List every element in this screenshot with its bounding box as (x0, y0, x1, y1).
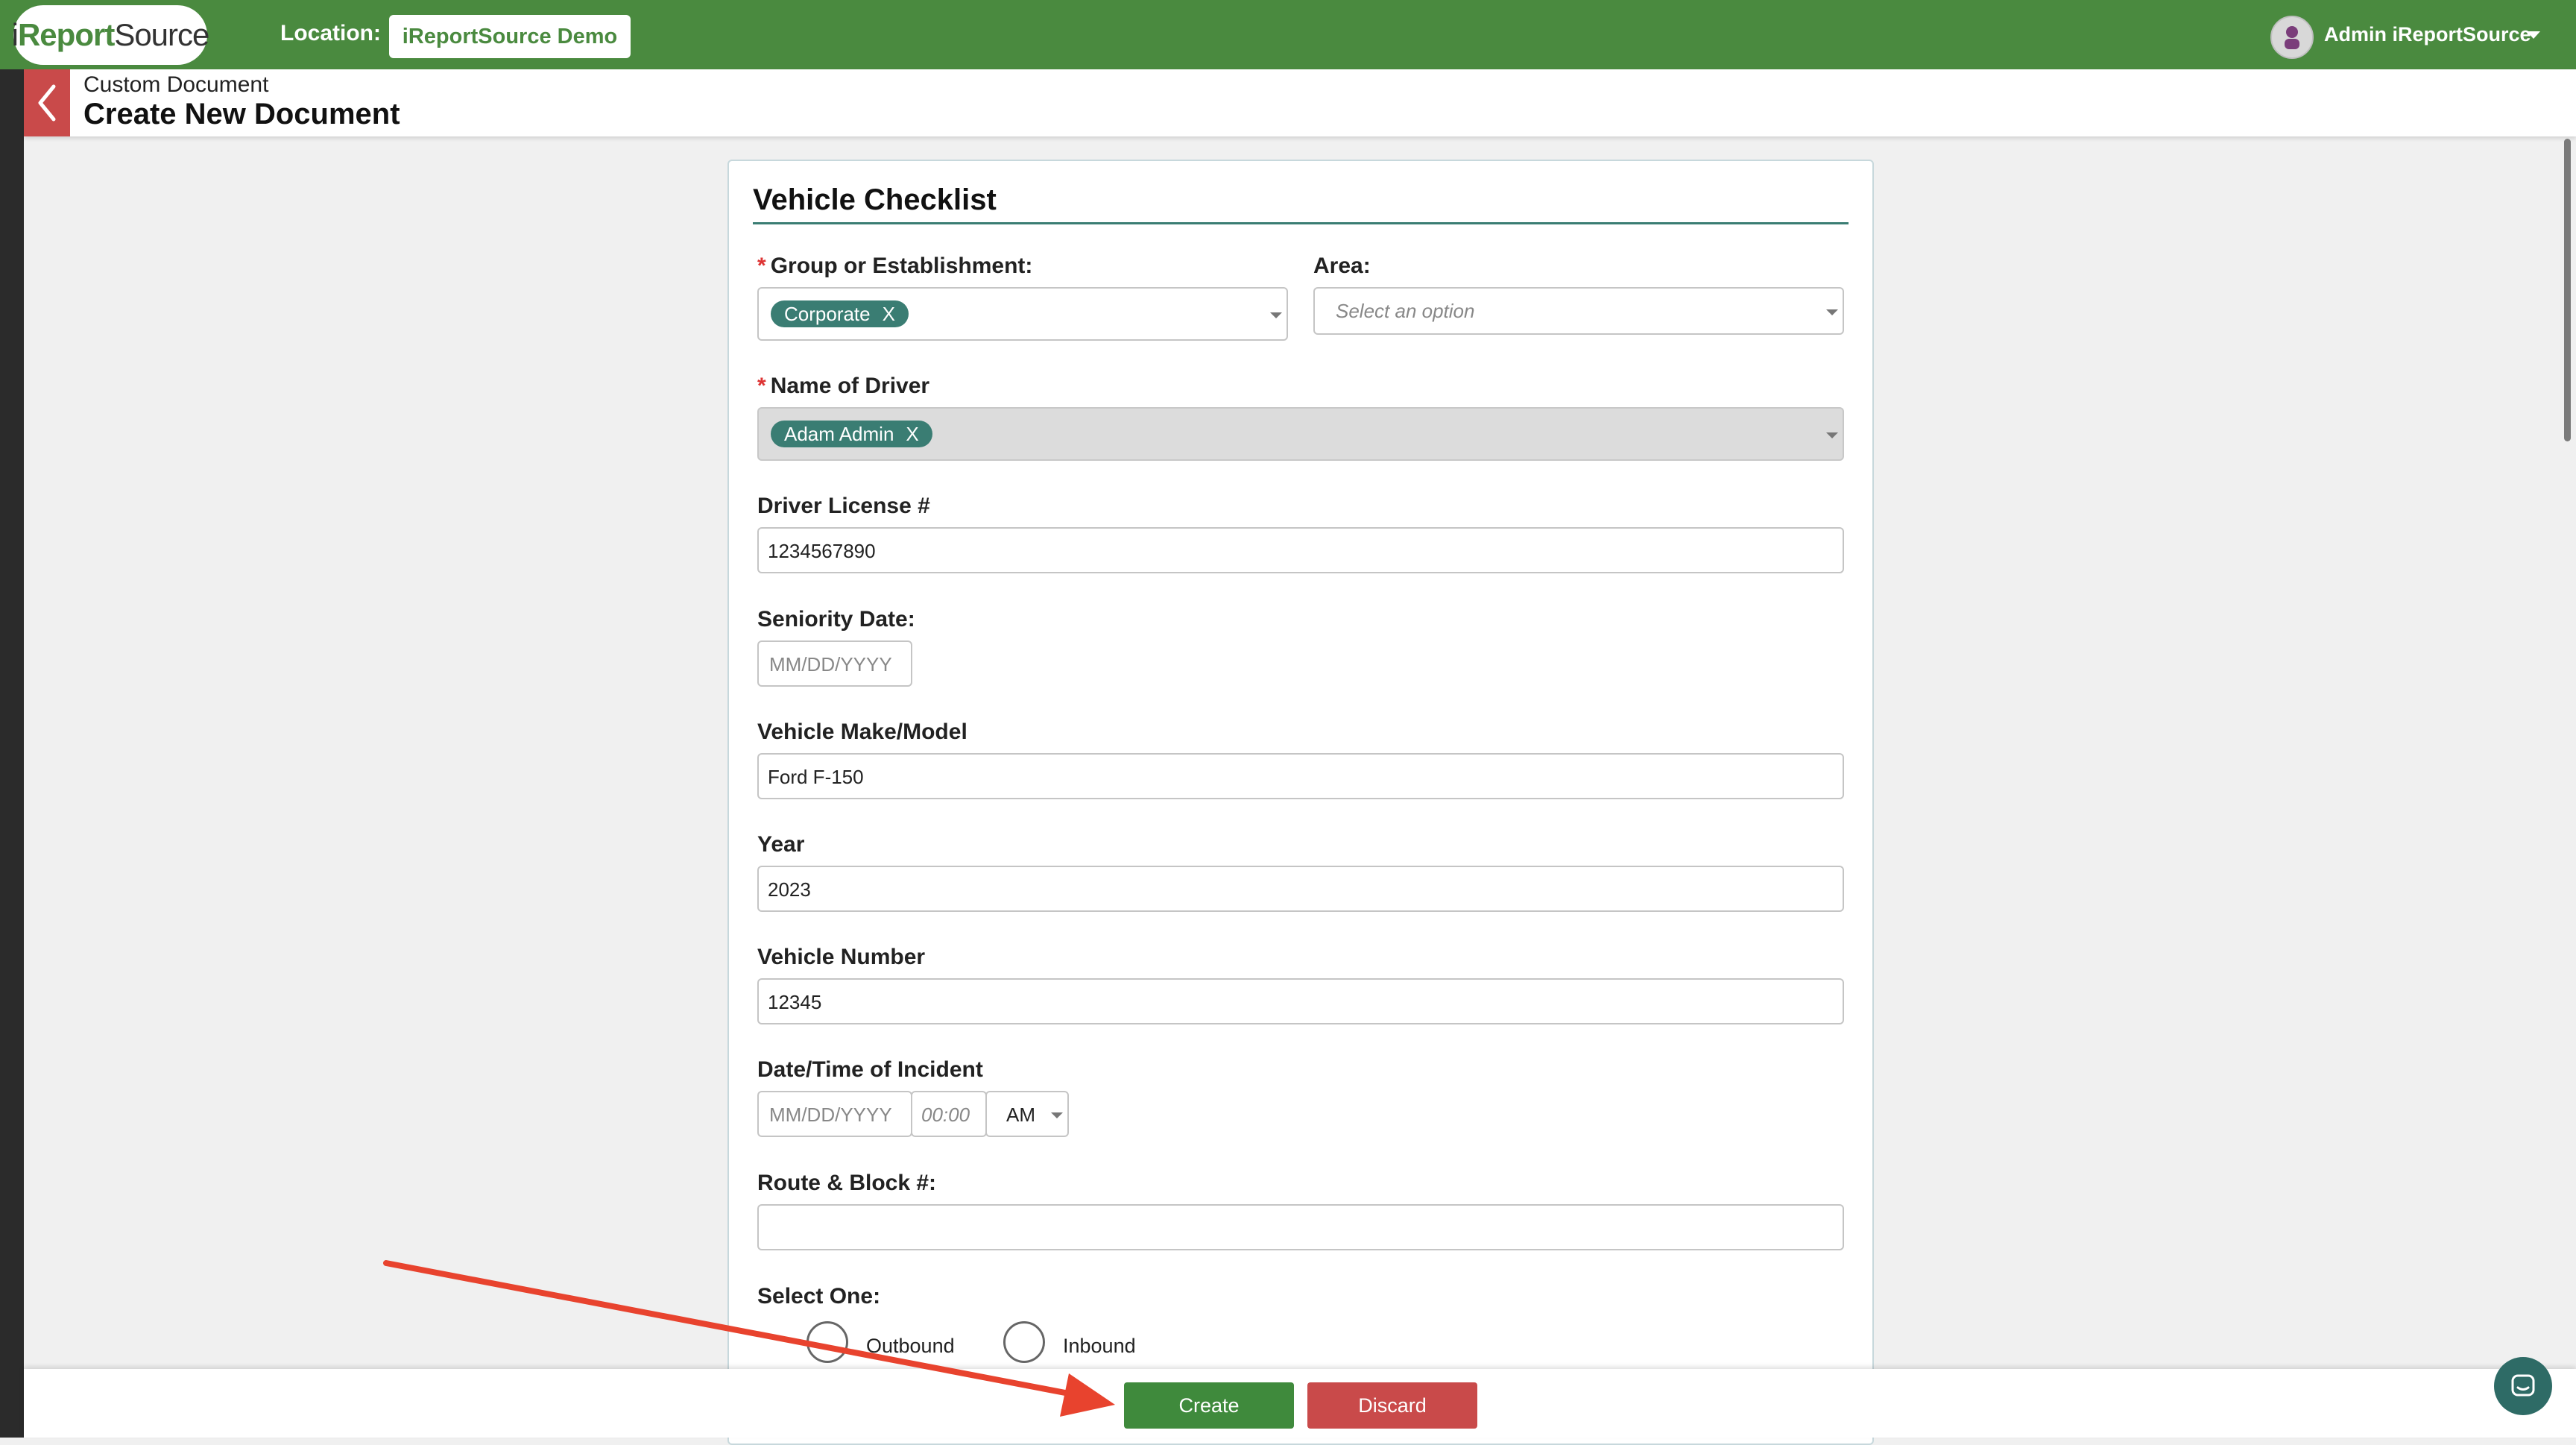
group-chip: Corporate X (771, 300, 909, 327)
route-label: Route & Block #: (757, 1171, 937, 1195)
page-header: Custom Document Create New Document (24, 69, 2576, 136)
driver-chip-label: Adam Admin (784, 422, 894, 445)
page-title: Create New Document (83, 98, 400, 130)
vehicle-number-input[interactable]: 12345 (757, 978, 1844, 1024)
form-card: Vehicle Checklist * Group or Establishmen… (727, 160, 1874, 1445)
year-input[interactable]: 2023 (757, 866, 1844, 912)
chat-support-button[interactable] (2494, 1357, 2552, 1415)
page-scrollbar[interactable] (2564, 139, 2571, 441)
location-selector[interactable]: iReportSource Demo (389, 15, 631, 58)
driver-label: * Name of Driver (757, 374, 930, 398)
create-button[interactable]: Create (1124, 1382, 1294, 1429)
required-marker: * (757, 254, 766, 278)
license-value: 1234567890 (768, 540, 876, 562)
seniority-label: Seniority Date: (757, 607, 915, 632)
area-select[interactable]: Select an option (1313, 287, 1844, 335)
inbound-radio[interactable] (1003, 1321, 1045, 1363)
ampm-value: AM (1006, 1104, 1035, 1126)
caret-down-icon (1826, 309, 1838, 315)
year-value: 2023 (768, 878, 811, 901)
incident-time-placeholder: 00:00 (921, 1104, 970, 1126)
incident-date-placeholder: MM/DD/YYYY (769, 1104, 892, 1126)
year-label: Year (757, 832, 805, 857)
logo-text: iReportSource (11, 17, 210, 52)
make-model-label: Vehicle Make/Model (757, 720, 967, 744)
incident-time-input[interactable]: 00:00 (911, 1091, 987, 1137)
seniority-placeholder: MM/DD/YYYY (769, 653, 892, 676)
seniority-date-input[interactable]: MM/DD/YYYY (757, 640, 912, 687)
group-chip-label: Corporate (784, 302, 871, 325)
user-avatar-icon (2285, 26, 2299, 49)
caret-down-icon (1826, 432, 1838, 438)
left-edge-strip (0, 69, 24, 1438)
user-menu-name[interactable]: Admin iReportSource (2324, 23, 2531, 46)
chip-remove-icon[interactable]: X (883, 303, 895, 326)
user-avatar[interactable] (2270, 16, 2314, 59)
required-marker: * (757, 374, 766, 398)
form-title: Vehicle Checklist (753, 183, 997, 216)
area-placeholder: Select an option (1336, 300, 1475, 322)
driver-select[interactable]: Adam Admin X (757, 407, 1844, 461)
incident-date-input[interactable]: MM/DD/YYYY (757, 1091, 912, 1137)
outbound-radio[interactable] (806, 1321, 848, 1363)
route-input[interactable] (757, 1204, 1844, 1250)
app-logo[interactable]: iReportSource (11, 5, 210, 65)
breadcrumb: Custom Document (83, 72, 269, 97)
make-model-value: Ford F-150 (768, 766, 864, 788)
ampm-select[interactable]: AM (985, 1091, 1069, 1137)
make-model-input[interactable]: Ford F-150 (757, 753, 1844, 799)
location-label: Location: (280, 21, 381, 45)
group-label: * Group or Establishment: (757, 254, 1033, 278)
chip-remove-icon[interactable]: X (906, 423, 918, 446)
chevron-left-icon (38, 84, 56, 122)
caret-down-icon (1051, 1112, 1063, 1118)
chat-icon (2511, 1374, 2535, 1397)
incident-label: Date/Time of Incident (757, 1057, 983, 1082)
top-nav-bar: iReportSource Location: iReportSource De… (0, 0, 2576, 70)
discard-button[interactable]: Discard (1307, 1382, 1477, 1429)
outbound-label: Outbound (866, 1335, 955, 1357)
driver-chip: Adam Admin X (771, 421, 932, 447)
back-button[interactable] (24, 69, 70, 136)
group-select[interactable]: Corporate X (757, 287, 1288, 341)
inbound-label: Inbound (1063, 1335, 1136, 1357)
area-label: Area: (1313, 254, 1371, 278)
caret-down-icon (1270, 312, 1282, 318)
title-divider (753, 222, 1849, 224)
vehicle-number-value: 12345 (768, 991, 822, 1013)
select-one-label: Select One: (757, 1284, 881, 1309)
caret-down-icon[interactable] (2527, 31, 2540, 39)
vehicle-number-label: Vehicle Number (757, 945, 926, 969)
license-label: Driver License # (757, 494, 930, 518)
license-input[interactable]: 1234567890 (757, 527, 1844, 573)
action-bar (24, 1369, 2576, 1438)
